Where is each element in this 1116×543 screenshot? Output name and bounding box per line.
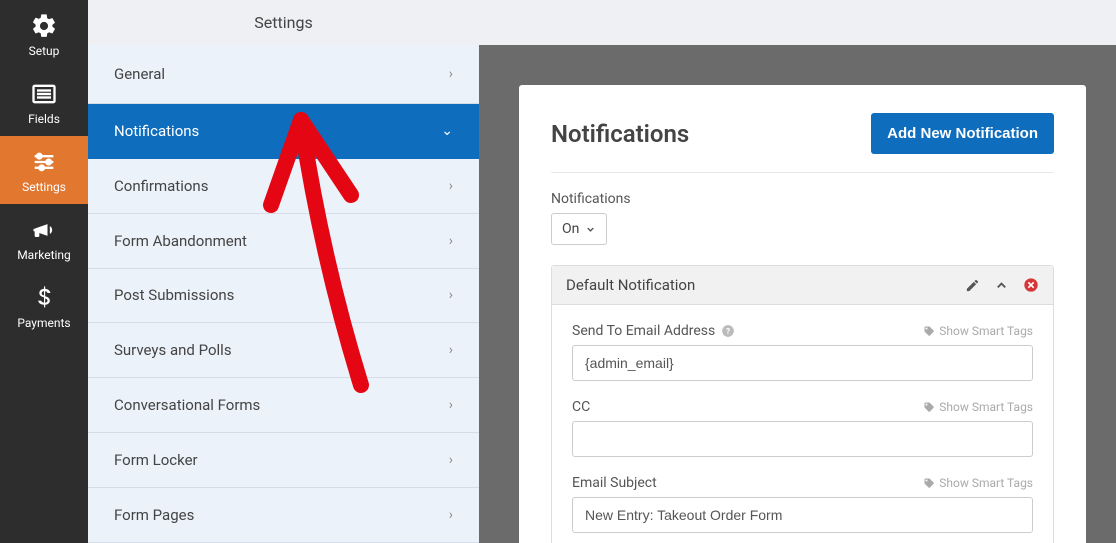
settings-item-label: Form Locker xyxy=(114,451,198,469)
settings-item-label: Notifications xyxy=(114,122,199,140)
tag-icon xyxy=(923,477,935,489)
main-top-bar xyxy=(479,0,1116,45)
settings-item-form-locker[interactable]: Form Locker › xyxy=(88,433,479,488)
primary-nav: Setup Fields Settings Marketing Payments xyxy=(0,0,88,543)
main-body: Notifications Add New Notification Notif… xyxy=(479,45,1116,543)
chevron-down-icon: ⌄ xyxy=(441,123,453,139)
notifications-toggle[interactable]: On xyxy=(551,213,607,245)
settings-item-label: Confirmations xyxy=(114,177,208,195)
smart-tags-label: Show Smart Tags xyxy=(939,400,1033,414)
subject-input[interactable] xyxy=(572,497,1033,533)
smart-tags-label: Show Smart Tags xyxy=(939,476,1033,490)
notifications-toggle-value: On xyxy=(562,221,579,237)
settings-item-label: Conversational Forms xyxy=(114,396,260,414)
notification-box-body: Send To Email Address ? Show Smart Tags xyxy=(552,305,1053,533)
nav-payments-label: Payments xyxy=(17,316,70,330)
nav-marketing[interactable]: Marketing xyxy=(0,204,88,272)
list-icon xyxy=(30,80,58,108)
tag-icon xyxy=(923,325,935,337)
settings-list: General › Notifications ⌄ Confirmations › F… xyxy=(88,45,479,543)
default-notification-box: Default Notification Send To Email Addre… xyxy=(551,265,1054,543)
notification-box-actions xyxy=(965,277,1039,293)
settings-item-surveys-polls[interactable]: Surveys and Polls › xyxy=(88,323,479,378)
notification-box-header: Default Notification xyxy=(552,266,1053,305)
settings-item-general[interactable]: General › xyxy=(88,45,479,104)
settings-item-label: Form Pages xyxy=(114,506,194,524)
smart-tags-button[interactable]: Show Smart Tags xyxy=(923,400,1033,414)
nav-settings-label: Settings xyxy=(22,180,66,194)
gear-icon xyxy=(30,12,58,40)
panel-title: Notifications xyxy=(551,120,689,148)
settings-item-post-submissions[interactable]: Post Submissions › xyxy=(88,269,479,324)
chevron-right-icon: › xyxy=(449,452,453,468)
nav-payments[interactable]: Payments xyxy=(0,272,88,340)
main-area: Notifications Add New Notification Notif… xyxy=(479,0,1116,543)
smart-tags-label: Show Smart Tags xyxy=(939,324,1033,338)
settings-item-form-abandonment[interactable]: Form Abandonment › xyxy=(88,214,479,269)
delete-icon[interactable] xyxy=(1023,277,1039,293)
notifications-panel: Notifications Add New Notification Notif… xyxy=(519,85,1086,543)
chevron-right-icon: › xyxy=(449,342,453,358)
send-to-input[interactable] xyxy=(572,345,1033,381)
chevron-right-icon: › xyxy=(449,66,453,82)
subject-label: Email Subject xyxy=(572,475,657,491)
svg-text:?: ? xyxy=(726,326,730,336)
settings-item-notifications[interactable]: Notifications ⌄ xyxy=(88,104,479,159)
chevron-right-icon: › xyxy=(449,397,453,413)
settings-item-label: Surveys and Polls xyxy=(114,341,232,359)
notification-box-title: Default Notification xyxy=(566,276,695,294)
settings-item-form-pages[interactable]: Form Pages › xyxy=(88,488,479,543)
smart-tags-button[interactable]: Show Smart Tags xyxy=(923,476,1033,490)
settings-header-label: Settings xyxy=(254,13,312,32)
send-to-label-text: Send To Email Address xyxy=(572,323,715,339)
settings-item-label: General xyxy=(114,65,165,83)
chevron-right-icon: › xyxy=(449,178,453,194)
settings-item-label: Form Abandonment xyxy=(114,232,247,250)
panel-header: Notifications Add New Notification xyxy=(551,113,1054,173)
chevron-right-icon: › xyxy=(449,233,453,249)
nav-setup[interactable]: Setup xyxy=(0,0,88,68)
cc-row: CC Show Smart Tags xyxy=(572,399,1033,457)
cc-label: CC xyxy=(572,399,590,415)
sliders-icon xyxy=(30,148,58,176)
nav-fields[interactable]: Fields xyxy=(0,68,88,136)
settings-submenu: Settings General › Notifications ⌄ Confirm… xyxy=(88,0,479,543)
chevron-right-icon: › xyxy=(449,287,453,303)
help-icon[interactable]: ? xyxy=(721,324,735,338)
send-to-row: Send To Email Address ? Show Smart Tags xyxy=(572,323,1033,381)
notifications-toggle-group: Notifications On xyxy=(551,191,1054,245)
nav-settings[interactable]: Settings xyxy=(0,136,88,204)
subject-row: Email Subject Show Smart Tags xyxy=(572,475,1033,533)
nav-setup-label: Setup xyxy=(29,44,60,58)
tag-icon xyxy=(923,401,935,413)
chevron-right-icon: › xyxy=(449,507,453,523)
settings-item-confirmations[interactable]: Confirmations › xyxy=(88,159,479,214)
nav-marketing-label: Marketing xyxy=(17,248,71,262)
chevron-down-icon xyxy=(585,224,596,235)
chevron-up-icon[interactable] xyxy=(994,278,1009,293)
settings-item-conversational-forms[interactable]: Conversational Forms › xyxy=(88,378,479,433)
settings-header: Settings xyxy=(88,0,479,45)
settings-item-label: Post Submissions xyxy=(114,286,234,304)
edit-icon[interactable] xyxy=(965,278,980,293)
send-to-label: Send To Email Address ? xyxy=(572,323,735,339)
cc-input[interactable] xyxy=(572,421,1033,457)
notifications-toggle-label: Notifications xyxy=(551,191,1054,207)
add-notification-button[interactable]: Add New Notification xyxy=(871,113,1054,154)
bullhorn-icon xyxy=(30,216,58,244)
dollar-icon xyxy=(30,284,58,312)
nav-fields-label: Fields xyxy=(28,112,60,126)
smart-tags-button[interactable]: Show Smart Tags xyxy=(923,324,1033,338)
